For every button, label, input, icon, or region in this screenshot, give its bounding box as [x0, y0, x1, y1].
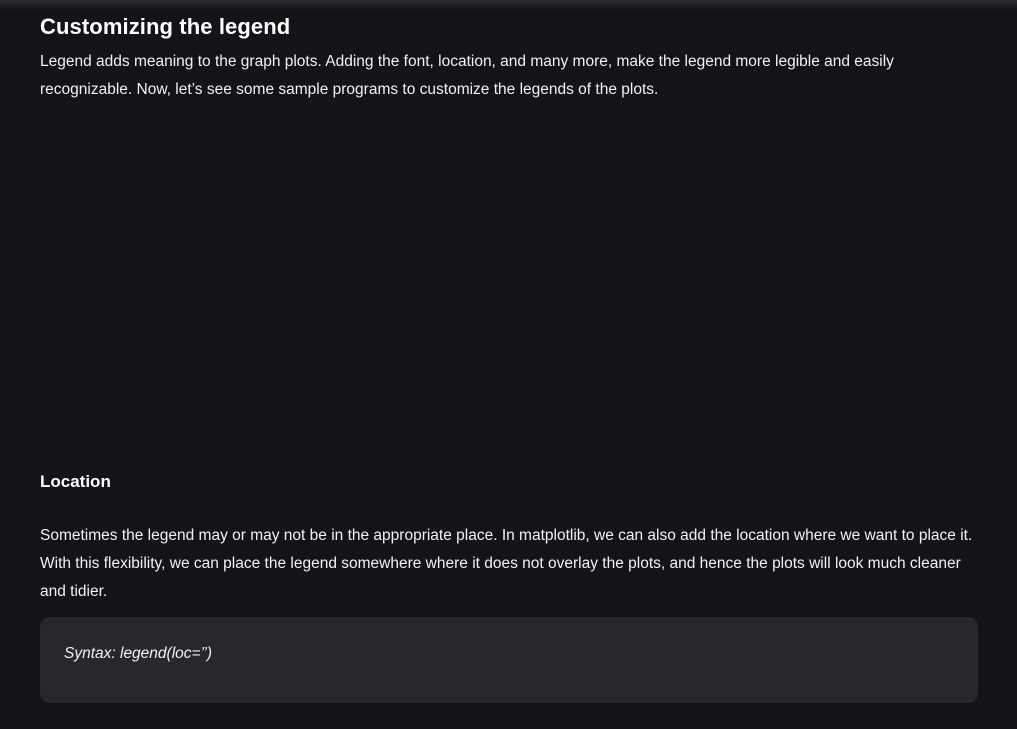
blank-media-area: [40, 104, 978, 470]
syntax-box: Syntax: legend(loc=’’): [40, 617, 978, 703]
syntax-text: Syntax: legend(loc=’’): [64, 645, 213, 662]
location-paragraph: Sometimes the legend may or may not be i…: [40, 527, 973, 600]
section-title: Customizing the legend: [40, 14, 291, 39]
article-content: Customizing the legend Legend adds meani…: [40, 12, 978, 703]
intro-paragraph: Legend adds meaning to the graph plots. …: [40, 53, 894, 98]
location-heading: Location: [40, 472, 111, 491]
top-shade: [0, 0, 1017, 10]
